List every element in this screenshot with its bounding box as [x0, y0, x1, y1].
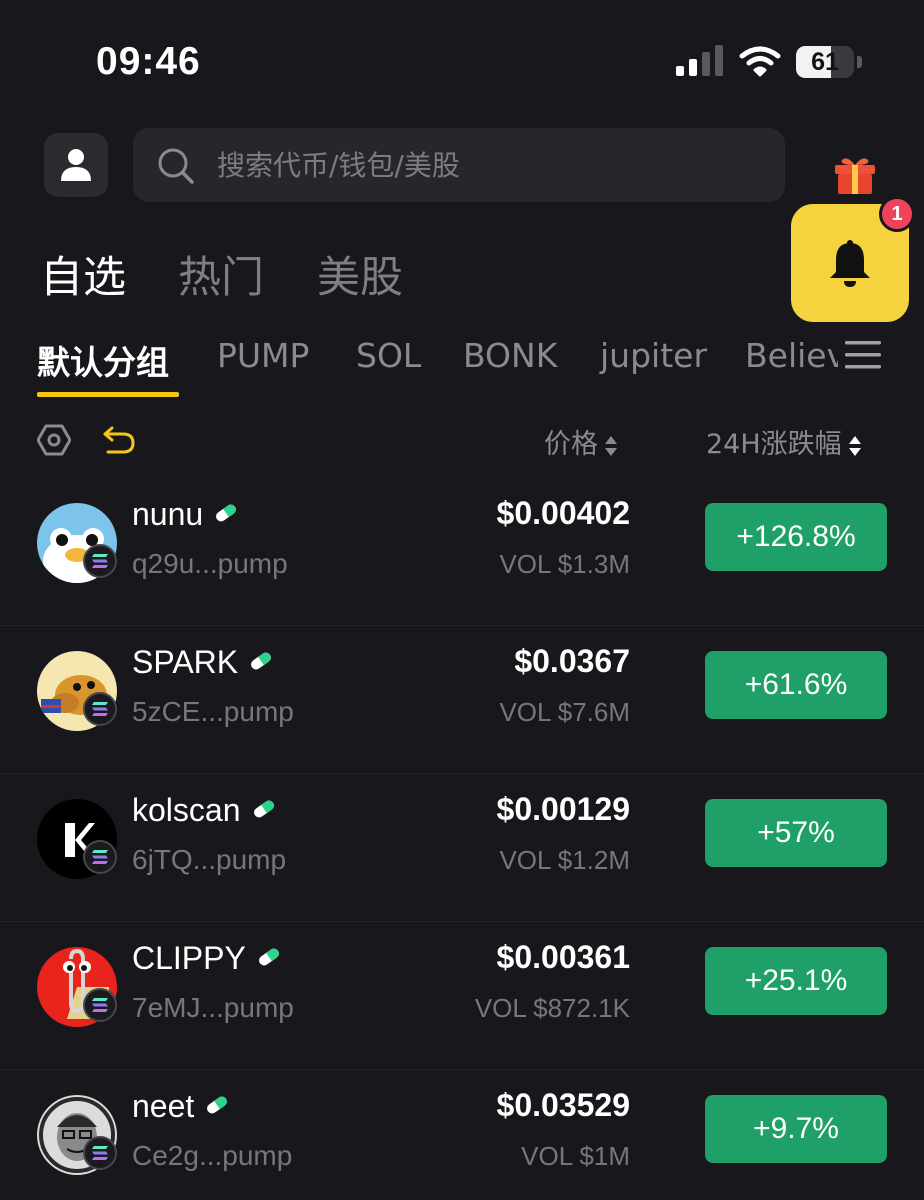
- price-column-header[interactable]: 价格: [544, 422, 618, 461]
- token-name: kolscan: [132, 792, 241, 828]
- price-column-label: 价格: [544, 429, 598, 460]
- settings-icon[interactable]: [37, 423, 71, 457]
- token-name-label: neet: [132, 1088, 230, 1125]
- status-bar: 09:46 61: [0, 0, 924, 110]
- solana-icon: [83, 692, 117, 726]
- tab-us-stocks[interactable]: 美股: [317, 243, 403, 305]
- token-price: $0.00129: [496, 791, 630, 827]
- change-column-header[interactable]: 24H涨跌幅: [706, 422, 862, 461]
- token-row[interactable]: kolscan 6jTQ...pump $0.00129 VOL $1.2M +…: [0, 774, 924, 922]
- token-volume: VOL $1M: [521, 1141, 630, 1171]
- pill-icon: [216, 504, 237, 521]
- tab-trending[interactable]: 热门: [178, 243, 264, 305]
- menu-icon[interactable]: [843, 338, 883, 372]
- user-icon: [61, 149, 91, 181]
- group-tab-pump[interactable]: PUMP: [217, 336, 309, 375]
- group-tab-believ[interactable]: Believ: [745, 336, 838, 375]
- solana-icon: [83, 1136, 117, 1170]
- token-volume: VOL $1.3M: [499, 549, 630, 579]
- token-row[interactable]: neet Ce2g...pump $0.03529 VOL $1M +9.7%: [0, 1070, 924, 1200]
- token-price: $0.0367: [514, 643, 630, 679]
- change-badge[interactable]: +57%: [705, 799, 887, 867]
- sort-icon: [848, 435, 861, 456]
- change-column-label: 24H涨跌幅: [706, 429, 842, 460]
- token-name: nunu: [132, 496, 204, 532]
- solana-icon: [83, 840, 117, 874]
- token-address: 5zCE...pump: [132, 696, 294, 727]
- token-address: 6jTQ...pump: [132, 844, 287, 875]
- pill-icon: [251, 652, 272, 669]
- token-name-label: CLIPPY: [132, 940, 282, 977]
- token-address: q29u...pump: [132, 548, 288, 579]
- solana-icon: [83, 988, 117, 1022]
- token-name: neet: [132, 1088, 195, 1124]
- active-tab-indicator: [37, 392, 179, 397]
- tab-watchlist[interactable]: 自选: [40, 243, 126, 305]
- token-price: $0.00361: [496, 939, 630, 975]
- battery-level: 61: [811, 48, 839, 76]
- search-input[interactable]: [217, 128, 757, 202]
- token-address: Ce2g...pump: [132, 1140, 293, 1171]
- token-row[interactable]: CLIPPY 7eMJ...pump $0.00361 VOL $872.1K …: [0, 922, 924, 1070]
- group-tab-jupiter[interactable]: jupiter: [600, 336, 707, 375]
- pill-icon: [253, 800, 274, 817]
- wifi-icon: [739, 46, 781, 77]
- group-tabs: 默认分组 PUMP SOL BONK jupiter Believ: [0, 328, 838, 398]
- token-name-label: nunu: [132, 496, 239, 533]
- bell-icon: [830, 240, 870, 287]
- group-tab-sol[interactable]: SOL: [356, 336, 421, 375]
- change-badge[interactable]: +126.8%: [705, 503, 887, 571]
- token-price: $0.00402: [496, 495, 630, 531]
- group-tab-bonk[interactable]: BONK: [463, 336, 557, 375]
- token-row[interactable]: nunu q29u...pump $0.00402 VOL $1.3M +126…: [0, 478, 924, 626]
- token-volume: VOL $1.2M: [499, 845, 630, 875]
- search-icon: [158, 148, 194, 184]
- notification-count-badge: 1: [879, 196, 915, 232]
- token-name: SPARK: [132, 644, 239, 680]
- token-name: CLIPPY: [132, 940, 246, 976]
- token-name-label: kolscan: [132, 792, 277, 829]
- pill-icon: [207, 1096, 228, 1113]
- search-bar[interactable]: [133, 128, 785, 202]
- change-badge[interactable]: +9.7%: [705, 1095, 887, 1163]
- pill-icon: [258, 948, 279, 965]
- sort-icon: [605, 435, 617, 456]
- status-time: 09:46: [96, 40, 201, 83]
- gift-icon[interactable]: [833, 155, 877, 195]
- solana-icon: [83, 544, 117, 578]
- battery-indicator: 61: [796, 44, 864, 80]
- token-price: $0.03529: [496, 1087, 630, 1123]
- token-row[interactable]: SPARK 5zCE...pump $0.0367 VOL $7.6M +61.…: [0, 626, 924, 774]
- group-tab-default[interactable]: 默认分组: [37, 336, 169, 384]
- undo-icon[interactable]: [102, 424, 136, 456]
- change-badge[interactable]: +61.6%: [705, 651, 887, 719]
- cellular-signal-icon: [676, 45, 723, 76]
- token-volume: VOL $7.6M: [499, 697, 630, 727]
- token-address: 7eMJ...pump: [132, 992, 294, 1023]
- change-badge[interactable]: +25.1%: [705, 947, 887, 1015]
- profile-button[interactable]: [44, 133, 108, 197]
- token-name-label: SPARK: [132, 644, 274, 681]
- token-volume: VOL $872.1K: [474, 993, 630, 1023]
